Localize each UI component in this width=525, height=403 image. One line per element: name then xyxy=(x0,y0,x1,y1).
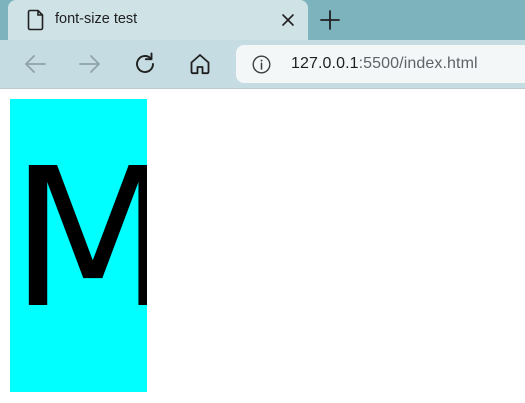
browser-chrome: font-size test 127.0.0.1:5500/index.html xyxy=(0,0,525,89)
font-size-test-box: M xyxy=(10,99,147,392)
large-letter: M xyxy=(10,128,147,351)
arrow-left-icon[interactable] xyxy=(21,50,49,78)
toolbar: 127.0.0.1:5500/index.html xyxy=(0,40,525,88)
url-path: :5500/index.html xyxy=(358,55,478,72)
home-icon[interactable] xyxy=(186,50,214,78)
address-bar[interactable]: 127.0.0.1:5500/index.html xyxy=(236,45,525,83)
page-content: M xyxy=(0,89,525,403)
info-icon[interactable] xyxy=(252,55,271,74)
url-host: 127.0.0.1 xyxy=(291,55,359,72)
close-icon[interactable] xyxy=(278,10,298,30)
tab-active[interactable]: font-size test xyxy=(8,0,308,40)
arrow-right-icon[interactable] xyxy=(76,50,104,78)
url-text[interactable]: 127.0.0.1:5500/index.html xyxy=(291,55,478,73)
document-icon xyxy=(27,9,45,31)
tab-title: font-size test xyxy=(55,11,138,27)
reload-icon[interactable] xyxy=(131,50,159,78)
plus-icon[interactable] xyxy=(318,8,342,32)
tab-strip: font-size test xyxy=(0,0,525,40)
